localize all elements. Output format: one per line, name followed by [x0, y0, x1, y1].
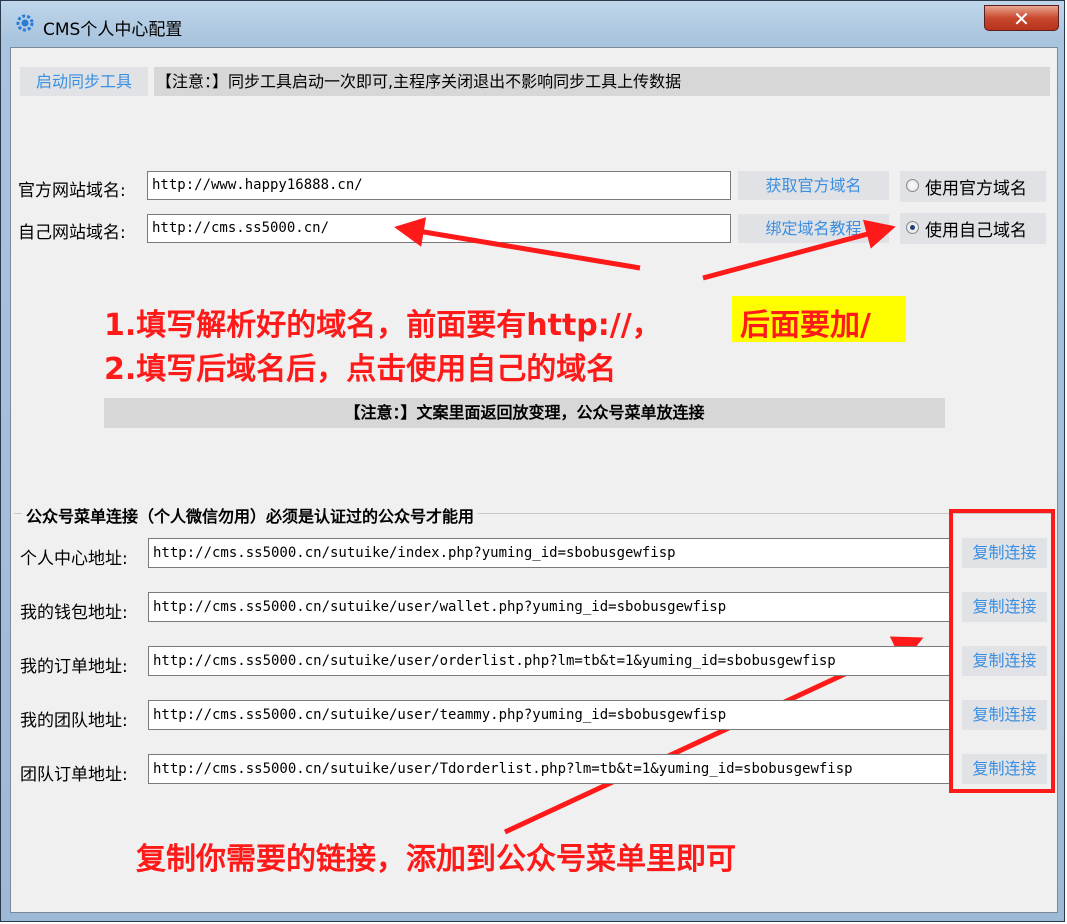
team-orders-url-input[interactable]: http://cms.ss5000.cn/sutuike/user/Tdorde… — [148, 754, 951, 784]
menu-links-group-title: 公众号菜单连接（个人微信勿用）必须是认证过的公众号才能用 — [22, 503, 479, 527]
use-own-domain-label: 使用自己域名 — [925, 221, 1027, 241]
close-button[interactable]: ✕ — [984, 5, 1059, 31]
annotation-copy-hint: 复制你需要的链接，添加到公众号菜单里即可 — [136, 842, 736, 877]
team-orders-label: 团队订单地址: — [20, 765, 128, 785]
wallet-label: 我的钱包地址: — [20, 603, 128, 623]
own-domain-label: 自己网站域名: — [18, 223, 126, 243]
sync-notice: 【注意：】同步工具启动一次即可,主程序关闭退出不影响同步工具上传数据 — [154, 67, 1050, 96]
orders-label: 我的订单地址: — [20, 657, 128, 677]
annotation-step1-highlight: 后面要加/ — [740, 308, 871, 343]
official-domain-input[interactable]: http://www.happy16888.cn/ — [147, 171, 731, 200]
annotation-step1: 1.填写解析好的域名，前面要有http://， — [104, 308, 662, 343]
personal-center-label: 个人中心地址: — [20, 549, 128, 569]
official-domain-label: 官方网站域名: — [18, 181, 126, 201]
window-title: CMS个人中心配置 — [43, 20, 183, 40]
radio-checked-icon — [906, 221, 919, 234]
wallet-url-input[interactable]: http://cms.ss5000.cn/sutuike/user/wallet… — [148, 592, 951, 622]
copy-buttons-highlight — [949, 509, 1055, 793]
gear-icon — [16, 14, 34, 32]
close-icon: ✕ — [1013, 7, 1030, 31]
personal-center-url-input[interactable]: http://cms.ss5000.cn/sutuike/index.php?y… — [148, 538, 951, 568]
use-official-domain-label: 使用官方域名 — [925, 179, 1027, 199]
radio-unchecked-icon — [906, 179, 919, 192]
own-domain-input[interactable]: http://cms.ss5000.cn/ — [147, 214, 731, 243]
title-bar[interactable]: CMS个人中心配置 ✕ — [1, 1, 1064, 47]
use-own-domain-radio[interactable]: 使用自己域名 — [900, 213, 1046, 244]
team-label: 我的团队地址: — [20, 711, 128, 731]
team-url-input[interactable]: http://cms.ss5000.cn/sutuike/user/teammy… — [148, 700, 951, 730]
start-sync-button[interactable]: 启动同步工具 — [20, 67, 148, 96]
orders-url-input[interactable]: http://cms.ss5000.cn/sutuike/user/orderl… — [148, 646, 951, 676]
menu-notice: 【注意：】文案里面返回放变理，公众号菜单放连接 — [104, 398, 945, 428]
annotation-step2: 2.填写后域名后，点击使用自己的域名 — [104, 352, 617, 387]
bind-domain-tutorial-button[interactable]: 绑定域名教程 — [738, 214, 889, 243]
get-official-domain-button[interactable]: 获取官方域名 — [738, 171, 889, 200]
use-official-domain-radio[interactable]: 使用官方域名 — [900, 171, 1046, 202]
